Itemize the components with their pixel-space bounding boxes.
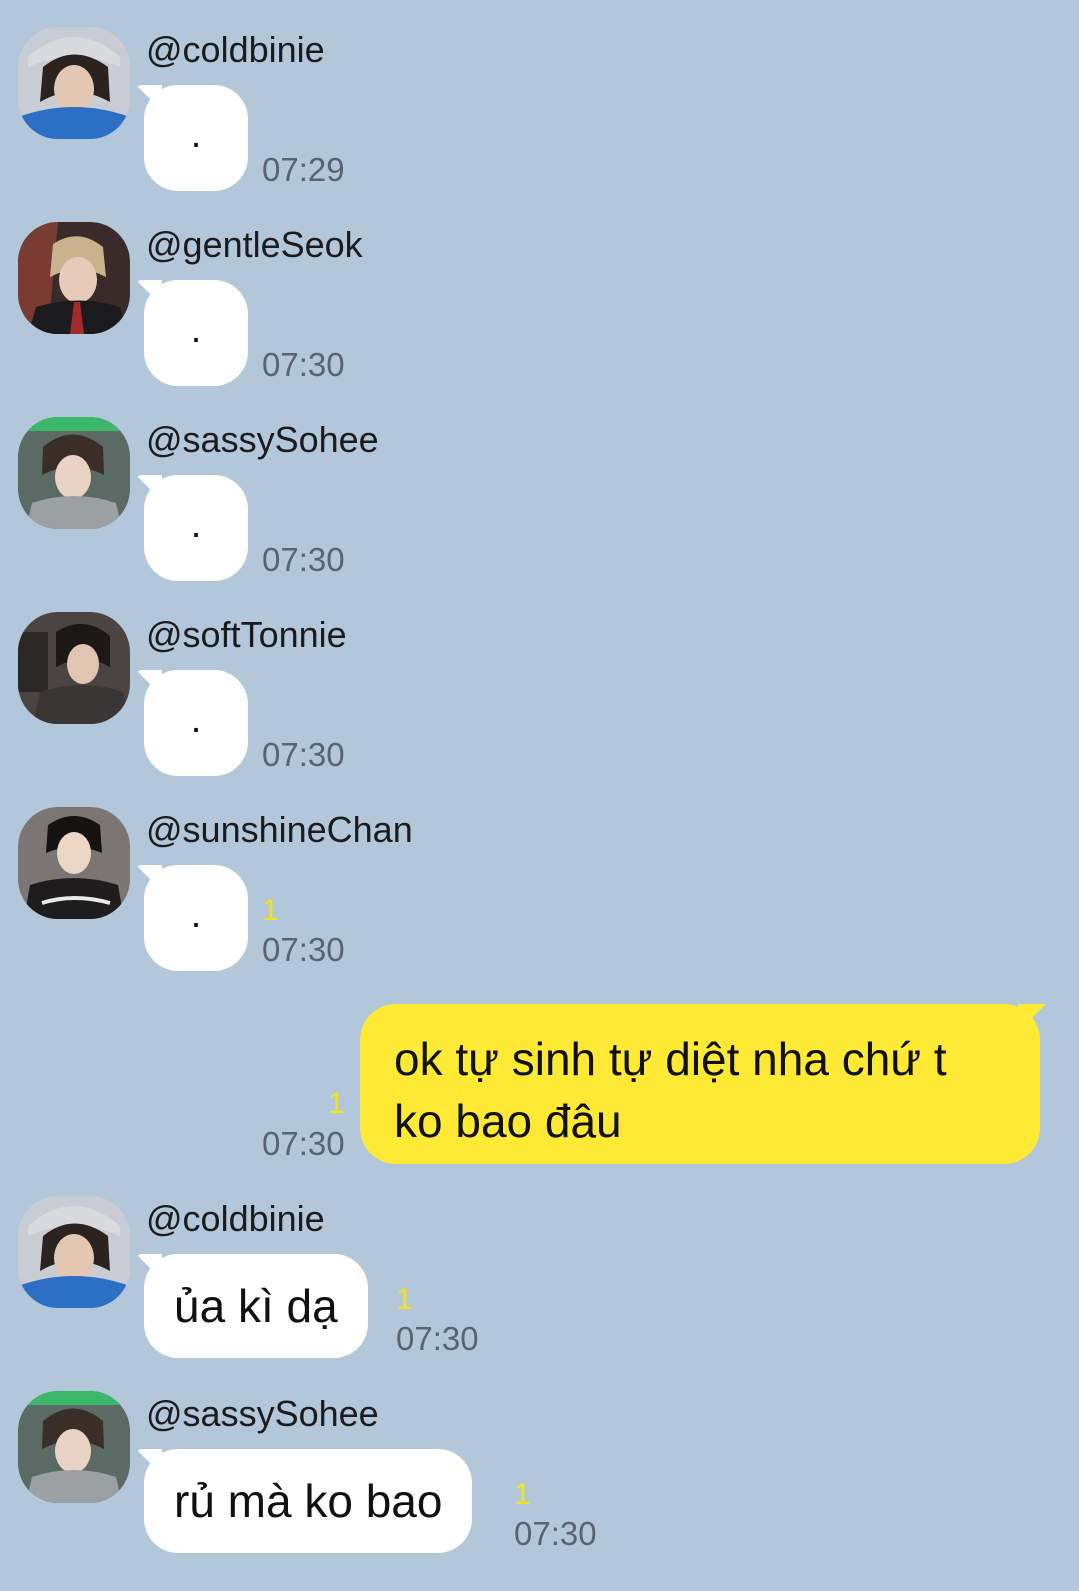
message-time: 07:30 bbox=[514, 1515, 597, 1552]
avatar[interactable] bbox=[18, 612, 130, 724]
profile-photo-icon bbox=[18, 807, 130, 919]
message-bubble[interactable]: . bbox=[144, 85, 248, 191]
message-text: ủa kì dạ bbox=[174, 1280, 338, 1332]
chat-message: @sassySohee rủ mà ko bao 1 07:30 bbox=[0, 1391, 1079, 1561]
message-time: 07:30 bbox=[262, 931, 345, 968]
sender-name: @softTonnie bbox=[146, 614, 347, 655]
unread-count: 1 bbox=[262, 894, 279, 927]
chat-message: @sunshineChan . 1 07:30 bbox=[0, 807, 1079, 977]
chat-message-list[interactable]: @coldbinie . 07:29 @gentleSeok . 07:30 @… bbox=[0, 0, 1079, 1591]
message-bubble[interactable]: rủ mà ko bao bbox=[144, 1449, 473, 1553]
message-bubble[interactable]: . bbox=[144, 280, 248, 386]
profile-photo-icon bbox=[18, 1391, 130, 1503]
chat-message: @softTonnie . 07:30 bbox=[0, 612, 1079, 782]
message-time: 07:29 bbox=[262, 151, 345, 188]
avatar[interactable] bbox=[18, 1196, 130, 1308]
chat-message: @sassySohee . 07:30 bbox=[0, 417, 1079, 587]
profile-photo-icon bbox=[18, 612, 130, 724]
profile-photo-icon bbox=[18, 1196, 130, 1308]
unread-count: 1 bbox=[396, 1283, 413, 1316]
avatar[interactable] bbox=[18, 807, 130, 919]
message-text-line: ok tự sinh tự diệt nha chứ t bbox=[394, 1033, 947, 1085]
unread-count: 1 bbox=[328, 1087, 345, 1120]
sender-name: @sassySohee bbox=[146, 1393, 379, 1434]
message-bubble[interactable]: . bbox=[144, 670, 248, 776]
message-bubble[interactable]: . bbox=[144, 865, 248, 971]
message-bubble[interactable]: ủa kì dạ bbox=[144, 1254, 368, 1358]
profile-photo-icon bbox=[18, 417, 130, 529]
message-time: 07:30 bbox=[262, 346, 345, 383]
message-text-line: ko bao đâu bbox=[394, 1095, 622, 1147]
chat-message: @coldbinie . 07:29 bbox=[0, 27, 1079, 197]
sender-name: @coldbinie bbox=[146, 29, 325, 70]
chat-message: @gentleSeok . 07:30 bbox=[0, 222, 1079, 392]
message-time: 07:30 bbox=[262, 1125, 345, 1162]
avatar[interactable] bbox=[18, 417, 130, 529]
profile-photo-icon bbox=[18, 27, 130, 139]
profile-photo-icon bbox=[18, 222, 130, 334]
sender-name: @gentleSeok bbox=[146, 224, 363, 265]
message-text: rủ mà ko bao bbox=[174, 1475, 443, 1527]
message-time: 07:30 bbox=[262, 541, 345, 578]
message-bubble[interactable]: ok tự sinh tự diệt nha chứ t ko bao đâu bbox=[360, 1004, 1040, 1164]
avatar[interactable] bbox=[18, 1391, 130, 1503]
message-bubble[interactable]: . bbox=[144, 475, 248, 581]
avatar[interactable] bbox=[18, 222, 130, 334]
unread-count: 1 bbox=[514, 1478, 531, 1511]
chat-message: @coldbinie ủa kì dạ 1 07:30 bbox=[0, 1196, 1079, 1366]
message-time: 07:30 bbox=[262, 736, 345, 773]
sender-name: @sassySohee bbox=[146, 419, 379, 460]
avatar[interactable] bbox=[18, 27, 130, 139]
sender-name: @sunshineChan bbox=[146, 809, 413, 850]
sender-name: @coldbinie bbox=[146, 1198, 325, 1239]
message-time: 07:30 bbox=[396, 1320, 479, 1357]
